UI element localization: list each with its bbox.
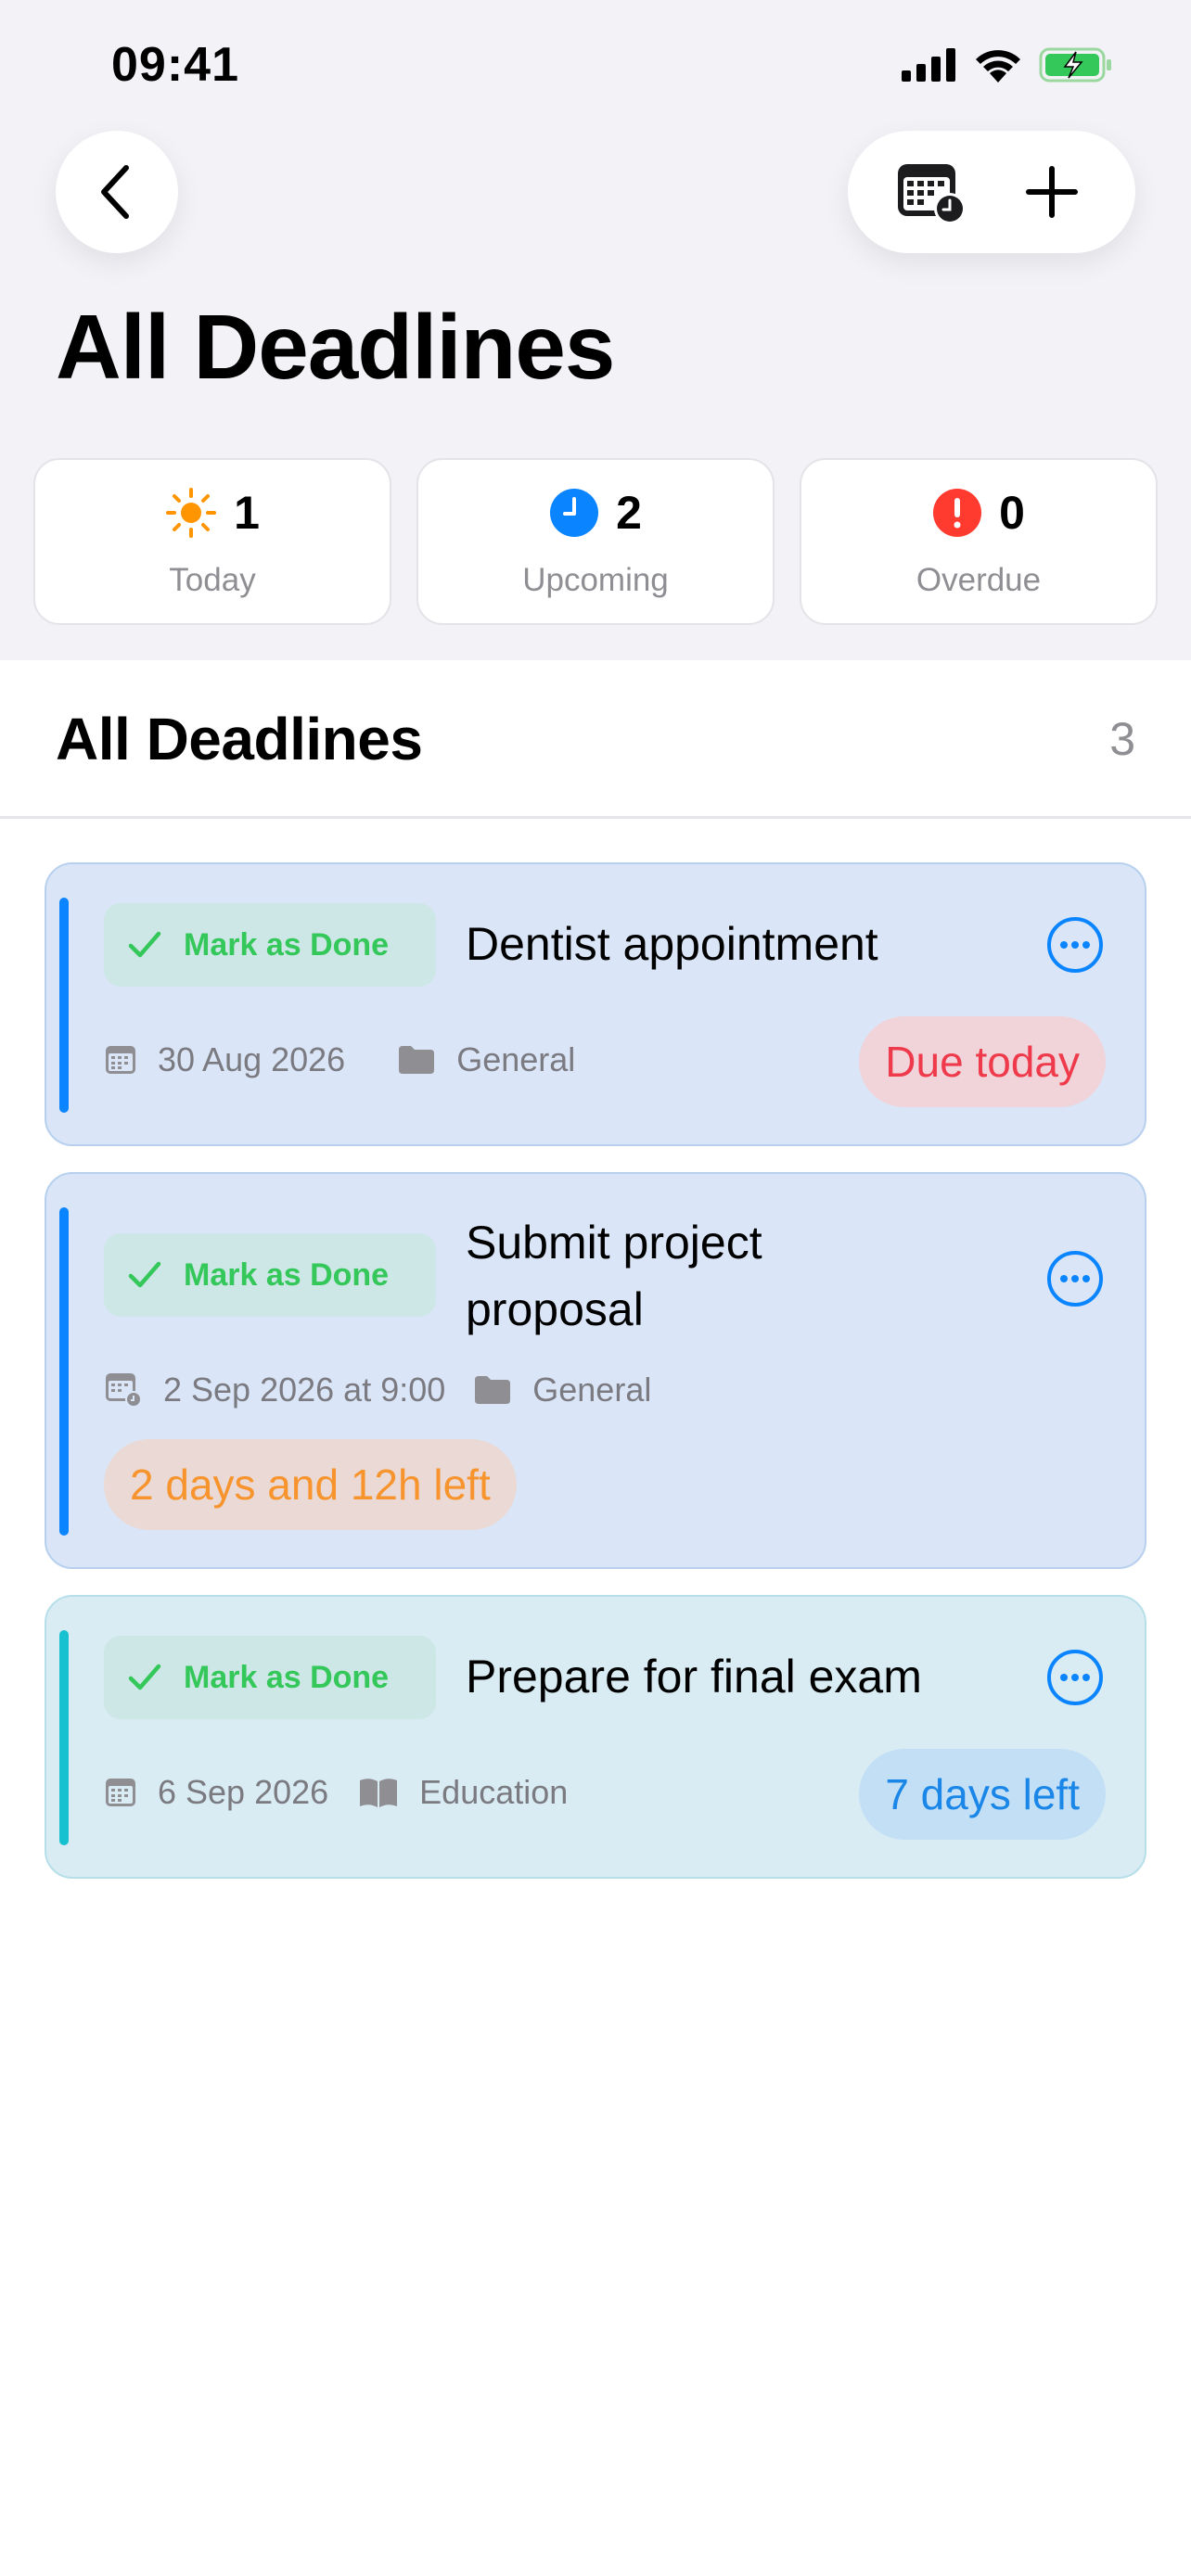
- card-accent-bar: [59, 1630, 69, 1845]
- sun-icon: [166, 488, 217, 538]
- done-label: Mark as Done: [184, 926, 390, 963]
- deadline-date: 30 Aug 2026: [158, 1040, 346, 1078]
- back-button[interactable]: [56, 131, 178, 253]
- due-badge: Due today: [859, 1016, 1106, 1107]
- card-accent-bar: [59, 1207, 69, 1536]
- mark-as-done-button[interactable]: Mark as Done: [104, 1636, 436, 1719]
- title-line: proposal: [466, 1283, 644, 1335]
- deadline-meta: 30 Aug 2026 General: [104, 1040, 575, 1079]
- header-actions: [848, 131, 1135, 253]
- more-options-icon[interactable]: [1046, 1250, 1104, 1307]
- stat-count: 0: [999, 487, 1025, 539]
- deadline-meta: 6 Sep 2026 Education: [104, 1773, 568, 1812]
- stat-count: 1: [234, 487, 260, 539]
- calendar-icon: [106, 1779, 135, 1806]
- done-label: Mark as Done: [184, 1256, 390, 1293]
- deadline-card[interactable]: Mark as Done Dentist appointment 30 Aug …: [45, 862, 1146, 1146]
- folder-icon: [475, 1376, 511, 1404]
- deadline-title: Dentist appointment: [466, 918, 878, 970]
- plus-icon: [1026, 166, 1078, 218]
- wifi-icon: [976, 50, 1020, 83]
- status-icons: [902, 46, 1113, 83]
- deadline-date: 2 Sep 2026 at 9:00: [163, 1371, 446, 1409]
- deadline-category: General: [532, 1371, 652, 1409]
- exclamation-icon: [933, 489, 982, 537]
- stat-label: Upcoming: [522, 562, 669, 598]
- title-line: Submit project: [466, 1217, 762, 1269]
- section-count: 3: [1109, 713, 1135, 765]
- calendar-clock-icon: [106, 1373, 142, 1408]
- more-options-icon[interactable]: [1046, 1649, 1104, 1706]
- stat-card-today[interactable]: 1 Today: [33, 458, 391, 625]
- calendar-icon: [106, 1046, 135, 1074]
- calendar-button[interactable]: [870, 131, 992, 253]
- more-options-icon[interactable]: [1046, 916, 1104, 974]
- add-deadline-button[interactable]: [991, 131, 1113, 253]
- deadline-card[interactable]: Mark as Done Prepare for final exam 6 Se…: [45, 1595, 1146, 1879]
- time-left-badge: 7 days left: [859, 1749, 1106, 1840]
- cellular-signal-icon: [902, 48, 955, 82]
- deadline-card[interactable]: Mark as Done Submit project proposal 2 S…: [45, 1172, 1146, 1569]
- deadline-date: 6 Sep 2026: [158, 1773, 329, 1811]
- deadline-title: Prepare for final exam: [466, 1651, 922, 1702]
- checkmark-icon: [128, 1261, 161, 1288]
- deadline-category: Education: [419, 1773, 569, 1811]
- stat-label: Today: [169, 562, 256, 598]
- stat-label: Overdue: [916, 562, 1042, 598]
- done-label: Mark as Done: [184, 1659, 390, 1695]
- deadline-title: Submit project proposal: [466, 1209, 762, 1343]
- mark-as-done-button[interactable]: Mark as Done: [104, 1233, 436, 1317]
- book-icon: [360, 1779, 398, 1807]
- battery-charging-icon: [1039, 47, 1111, 83]
- divider: [0, 816, 1191, 819]
- stat-count: 2: [616, 487, 642, 539]
- card-accent-bar: [59, 898, 69, 1113]
- calendar-clock-icon: [898, 164, 966, 224]
- clock-icon: [550, 489, 599, 537]
- page-title: All Deadlines: [56, 296, 615, 398]
- deadline-meta: 2 Sep 2026 at 9:00 General: [104, 1371, 651, 1409]
- mark-as-done-button[interactable]: Mark as Done: [104, 903, 436, 987]
- status-time: 09:41: [111, 38, 239, 92]
- section-title: All Deadlines: [56, 706, 423, 772]
- checkmark-icon: [128, 1664, 161, 1690]
- chevron-left-icon: [101, 165, 129, 219]
- checkmark-icon: [128, 931, 161, 958]
- stat-card-upcoming[interactable]: 2 Upcoming: [416, 458, 775, 625]
- folder-icon: [399, 1046, 435, 1074]
- time-left-badge: 2 days and 12h left: [104, 1439, 517, 1530]
- deadline-category: General: [456, 1040, 576, 1078]
- stat-card-overdue[interactable]: 0 Overdue: [800, 458, 1158, 625]
